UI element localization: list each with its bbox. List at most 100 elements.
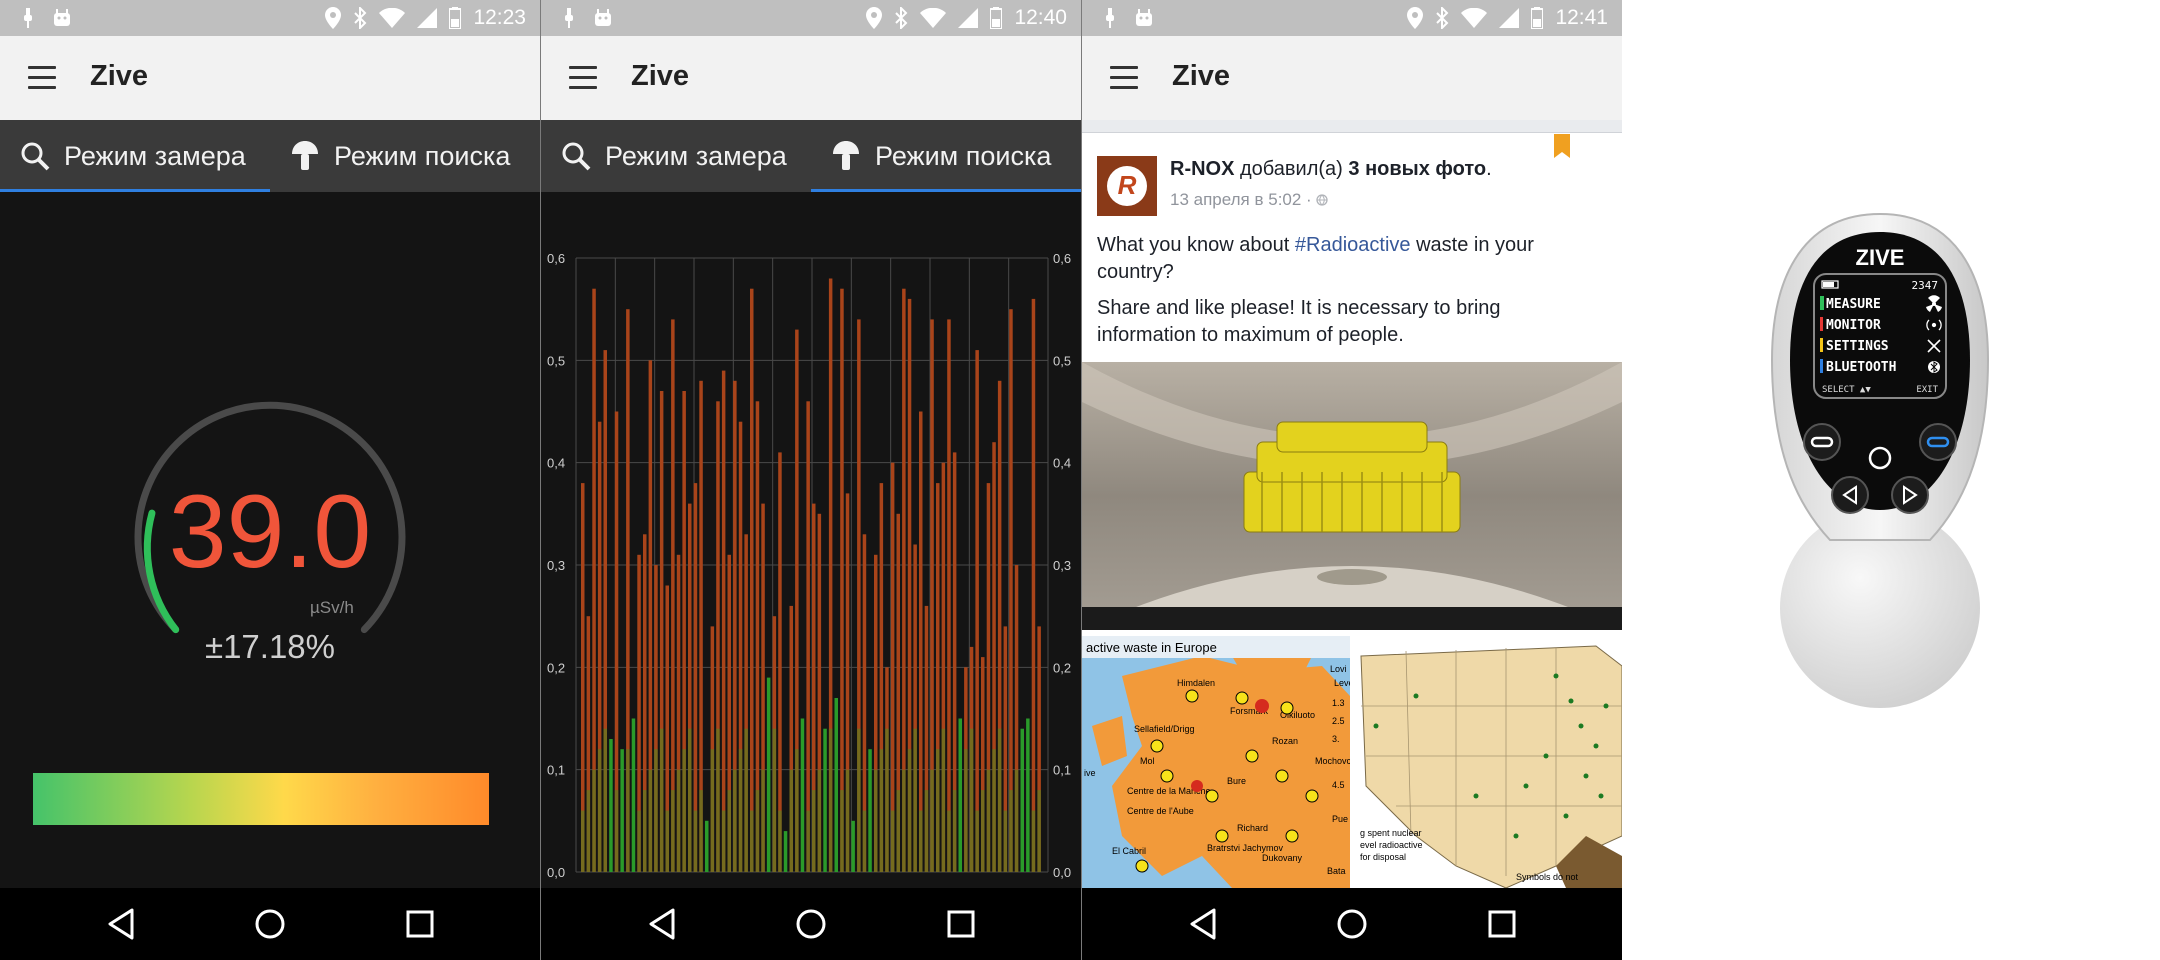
- map-label: Bratrstvi Jachymov: [1207, 843, 1284, 853]
- y-tick-label-right: 0,0: [1053, 865, 1071, 880]
- device-menu-monitor[interactable]: MONITOR: [1826, 318, 1881, 333]
- chart-bar-base: [592, 769, 596, 872]
- map-caption: for disposal: [1360, 852, 1406, 862]
- chart-bar-base: [761, 769, 765, 872]
- device-right-softkey[interactable]: [1919, 423, 1957, 461]
- post-photo-europe-map[interactable]: active waste in Europe Himdalen Forsmark…: [1082, 636, 1350, 888]
- bookmark-icon[interactable]: [1554, 134, 1570, 158]
- menu-icon[interactable]: [1110, 66, 1138, 90]
- tab-search-mode[interactable]: Режим поиска: [270, 120, 540, 192]
- device-menu-measure[interactable]: MEASURE: [1826, 297, 1881, 312]
- avatar[interactable]: R: [1097, 156, 1157, 216]
- nav-bar: [1082, 888, 1622, 960]
- device-menu-settings[interactable]: SETTINGS: [1826, 339, 1889, 354]
- back-icon[interactable]: [1186, 906, 1222, 942]
- chart-bar-base: [750, 810, 754, 872]
- post-text-appeal: Share and like please! It is necessary t…: [1097, 297, 1501, 346]
- tab-label: Режим поиска: [334, 140, 511, 171]
- home-icon[interactable]: [793, 906, 829, 942]
- recents-icon[interactable]: [402, 906, 438, 942]
- chart-bar: [823, 728, 827, 872]
- app-bar: Zive: [541, 36, 1081, 120]
- post-date-text: 13 апреля в 5:02 ·: [1170, 190, 1317, 209]
- chart-bar-base: [907, 749, 912, 872]
- device-right-button[interactable]: [1891, 476, 1929, 514]
- recents-icon[interactable]: [943, 906, 979, 942]
- status-bar: 12:40: [541, 0, 1081, 36]
- author-link[interactable]: R-NOX: [1170, 158, 1234, 180]
- chart-bar-base: [637, 810, 641, 872]
- chart-bar-base: [643, 790, 647, 872]
- menu-marker: [1820, 359, 1823, 373]
- y-tick-label-left: 0,6: [547, 251, 565, 266]
- device-left-softkey[interactable]: [1803, 423, 1841, 461]
- app-title: Zive: [1172, 60, 1231, 92]
- back-icon[interactable]: [645, 906, 681, 942]
- home-icon[interactable]: [252, 906, 288, 942]
- post-date[interactable]: 13 апреля в 5:02 ·: [1170, 190, 1329, 210]
- chart-bar-base: [597, 749, 602, 872]
- tab-measure-mode[interactable]: Режим замера: [0, 120, 270, 192]
- app-bar: Zive: [0, 36, 540, 120]
- chart-bar: [705, 820, 709, 872]
- map-label: El Cabril: [1112, 846, 1146, 856]
- chart-bar-base: [1009, 790, 1013, 872]
- chart-bar: [631, 718, 636, 872]
- chart-bar-base: [812, 790, 816, 872]
- tab-measure-mode[interactable]: Режим замера: [541, 120, 811, 192]
- chart-bar: [840, 288, 844, 872]
- tab-search-mode[interactable]: Режим поиска: [811, 120, 1081, 192]
- post-text-question: What you know about #Radioactive waste i…: [1097, 232, 1597, 286]
- device-left-button[interactable]: [1831, 476, 1869, 514]
- chart-bar: [609, 739, 613, 872]
- chart-bar-base: [862, 810, 867, 872]
- map-title: active waste in Europe: [1086, 640, 1217, 655]
- map-label: Richard: [1237, 823, 1268, 833]
- chart-bar-base: [817, 769, 822, 872]
- photos-link[interactable]: 3 новых фото: [1348, 158, 1486, 180]
- chart-bar: [958, 718, 962, 872]
- menu-icon[interactable]: [569, 66, 597, 90]
- menu-icon[interactable]: [28, 66, 56, 90]
- device-counter: 2347: [1912, 279, 1939, 292]
- chart-bar-base: [1031, 810, 1036, 872]
- chart-bar-base: [947, 810, 951, 872]
- hashtag-link[interactable]: #Radioactive: [1295, 234, 1411, 256]
- device-footer-exit: EXIT: [1916, 385, 1938, 395]
- device-menu-bluetooth[interactable]: BLUETOOTH: [1826, 360, 1896, 375]
- map-caption: g spent nuclear: [1360, 828, 1422, 838]
- chart-bar-base: [659, 728, 664, 872]
- home-icon[interactable]: [1334, 906, 1370, 942]
- back-icon[interactable]: [104, 906, 140, 942]
- chart-bar-base: [1037, 790, 1041, 872]
- recents-icon[interactable]: [1484, 906, 1520, 942]
- chart-bar-base: [885, 728, 889, 872]
- nav-bar: [0, 888, 540, 960]
- map-label: Mol: [1140, 756, 1155, 766]
- chart-bar: [783, 831, 788, 872]
- map-label: Dukovany: [1262, 853, 1303, 863]
- y-tick-label-right: 0,1: [1053, 763, 1071, 778]
- phone-screen-search: 12:40 Zive Режим замера Режим поиска 0,0…: [541, 0, 1081, 960]
- chart-bar-base: [997, 728, 1002, 872]
- y-tick-label-left: 0,0: [547, 865, 565, 880]
- chart-bar-base: [586, 790, 591, 872]
- chart-bar-base: [744, 728, 748, 872]
- chart-bar-base: [930, 769, 934, 872]
- post-photo-usa-map[interactable]: g spent nuclear evel radioactive for dis…: [1356, 636, 1622, 888]
- signal-icon: [1499, 8, 1520, 28]
- y-tick-label-left: 0,3: [547, 558, 565, 573]
- chart-bar-base: [772, 728, 777, 872]
- post-photo-barrels[interactable]: [1082, 362, 1622, 630]
- chart-bar: [975, 350, 979, 873]
- map-label: 2.5: [1332, 716, 1345, 726]
- chart-bar-base: [738, 749, 743, 872]
- map-label: Bure: [1227, 776, 1246, 786]
- chart-bar-base: [614, 790, 619, 872]
- map-label: Mochovce: [1315, 756, 1350, 766]
- chart-bar-base: [941, 728, 946, 872]
- chart-bar-base: [924, 790, 929, 872]
- chart-bar-base: [969, 728, 974, 872]
- chart-bar-base: [789, 769, 793, 872]
- chart-bar-base: [964, 749, 968, 872]
